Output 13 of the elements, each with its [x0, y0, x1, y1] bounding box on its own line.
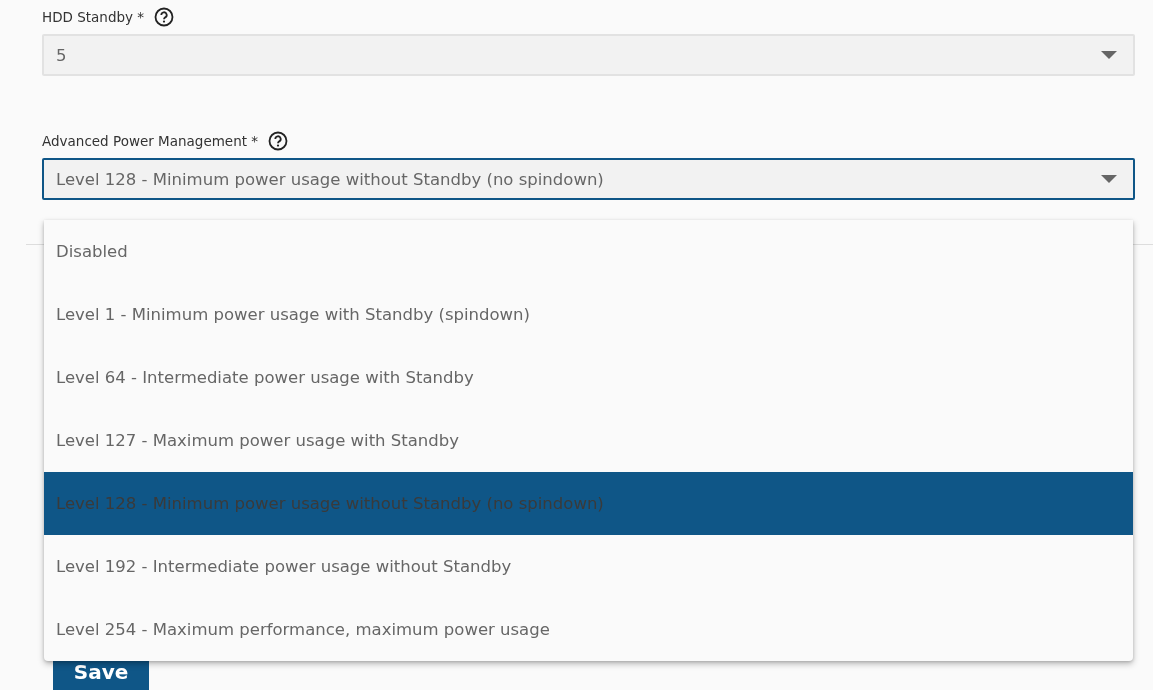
dropdown-option[interactable]: Disabled	[44, 220, 1133, 283]
dropdown-option[interactable]: Level 127 - Maximum power usage with Standby	[44, 409, 1133, 472]
select-field[interactable]: Level 128 - Minimum power usage without Standby (no spindown)	[42, 158, 1135, 200]
field-label: HDD Standby *	[42, 9, 145, 25]
dropdown-caret-icon	[1101, 51, 1117, 59]
help-icon[interactable]	[154, 7, 175, 27]
select-field[interactable]: 5	[42, 34, 1135, 76]
dropdown-option[interactable]: Level 1 - Minimum power usage with Standby (spindown)	[44, 283, 1133, 346]
dropdown-option[interactable]: Level 192 - Intermediate power usage without Standby	[44, 535, 1133, 598]
dropdown-caret-icon	[1101, 175, 1117, 183]
field-label: Advanced Power Management *	[42, 133, 259, 149]
dropdown-option[interactable]: Level 64 - Intermediate power usage with Standby	[44, 346, 1133, 409]
help-icon[interactable]	[268, 131, 289, 151]
